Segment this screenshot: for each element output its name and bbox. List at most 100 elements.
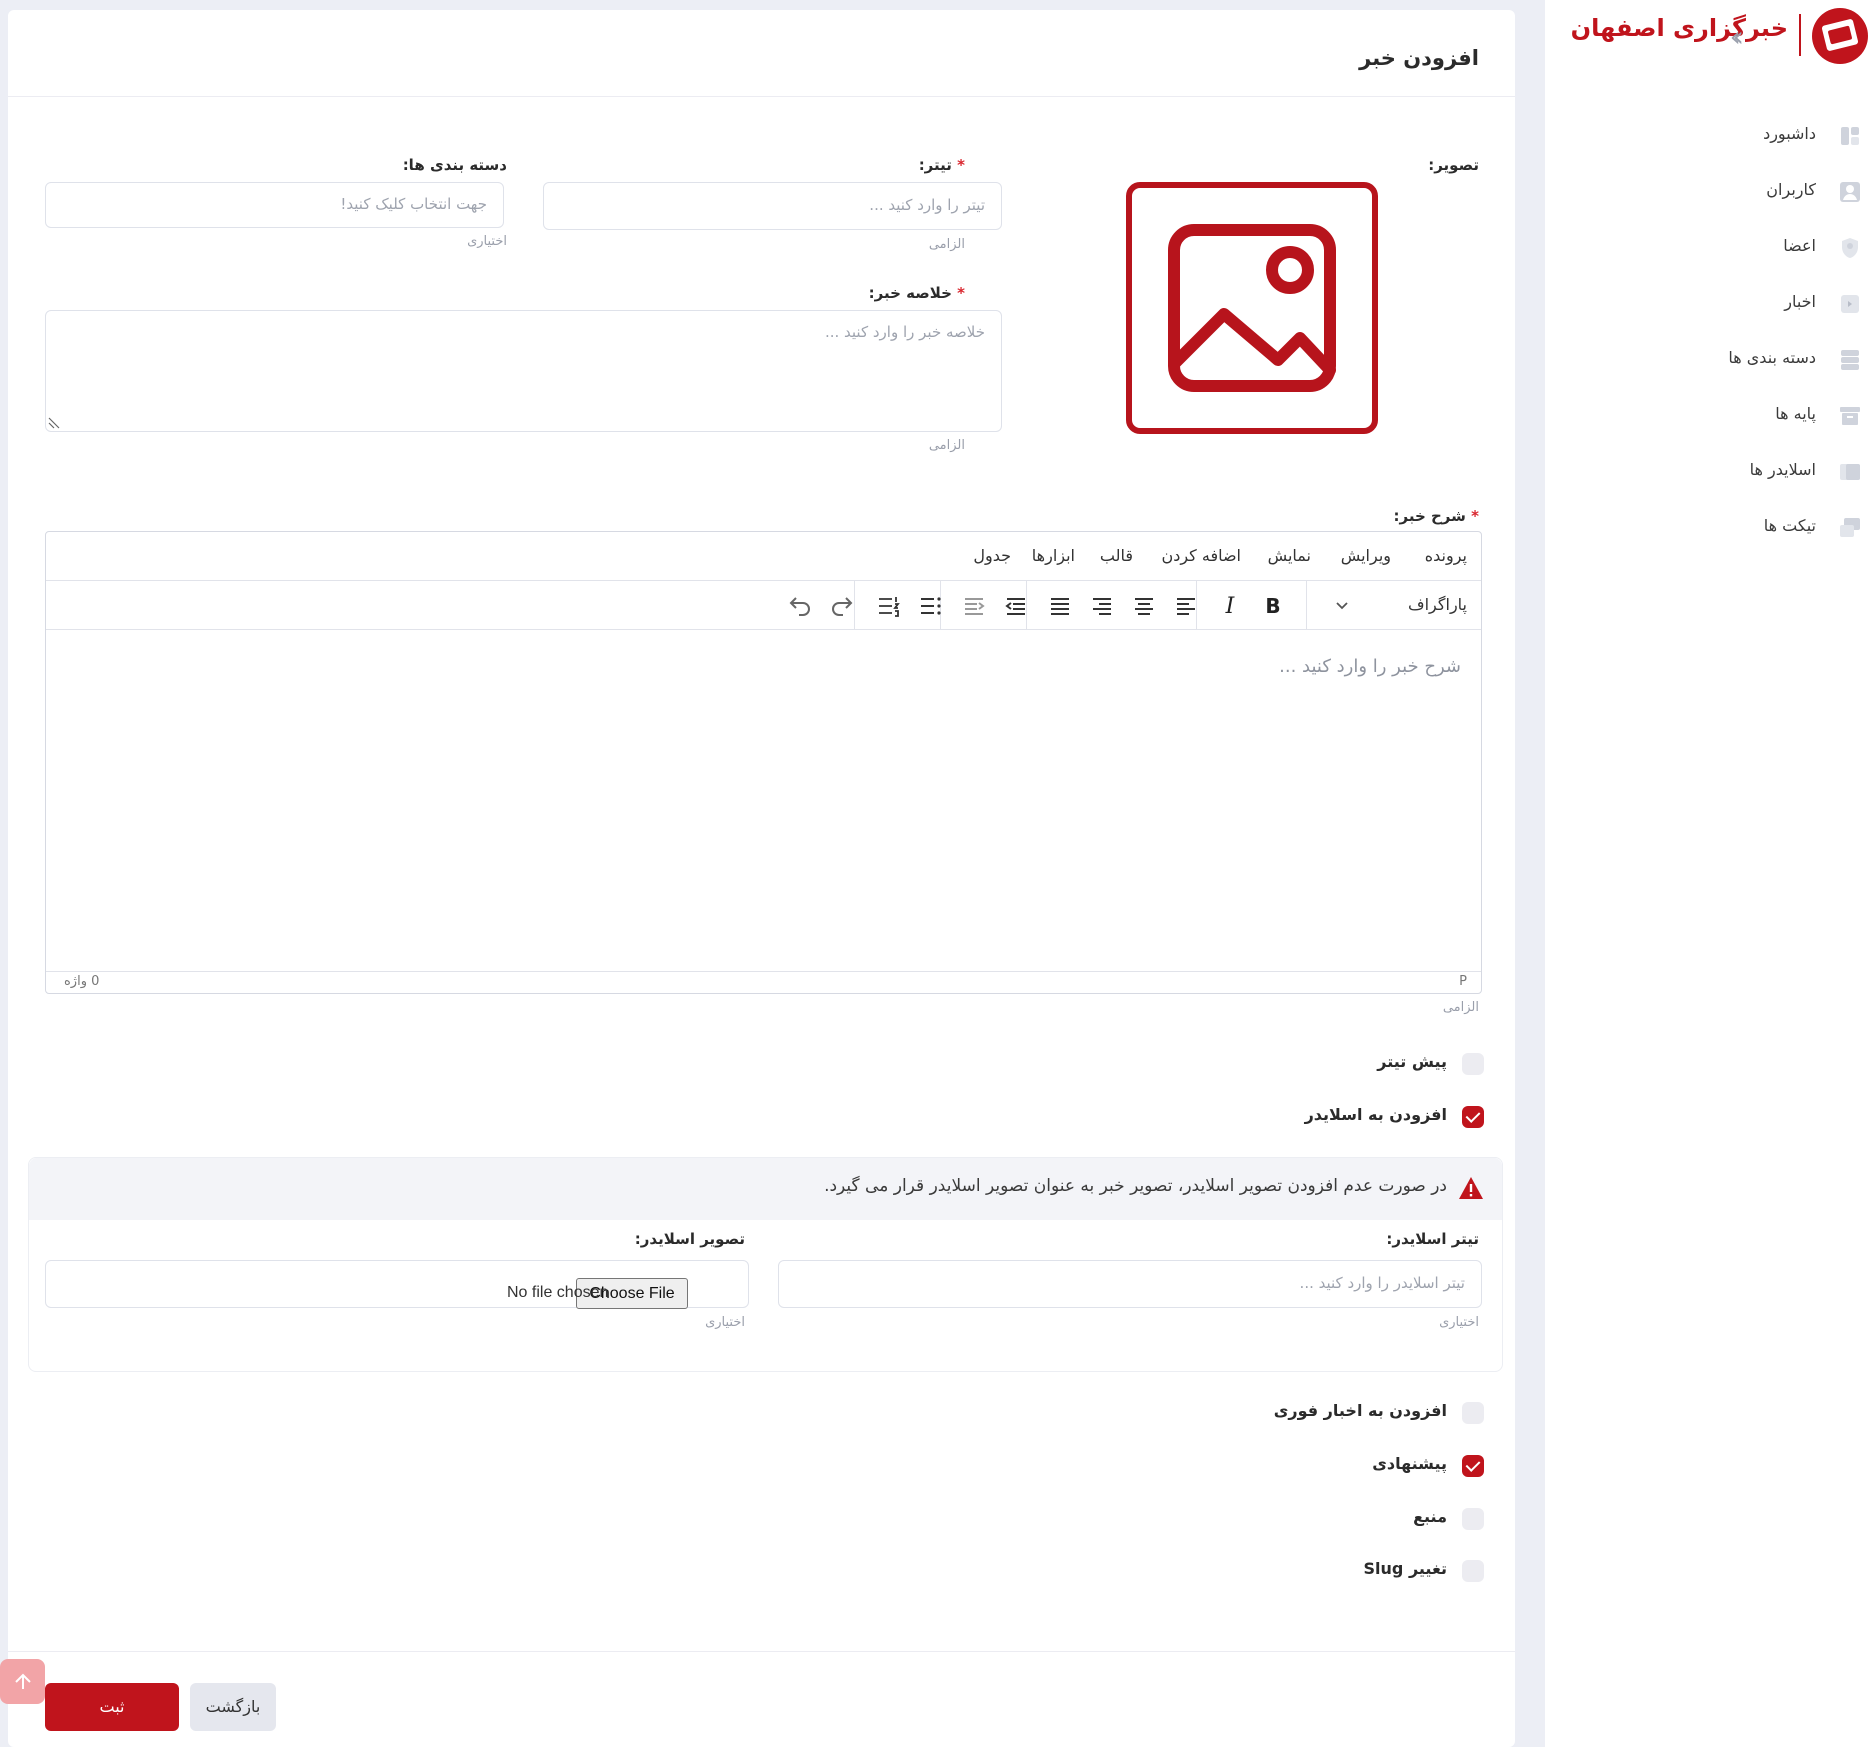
change-slug-label[interactable]: تغییر Slug [1364, 1559, 1447, 1578]
tickets-icon [1840, 518, 1860, 537]
resize-handle-icon[interactable] [48, 417, 60, 429]
slider-image-label: تصویر اسلایدر: [634, 1230, 745, 1248]
indent-icon[interactable] [958, 590, 990, 622]
source-label[interactable]: منبع [1413, 1507, 1447, 1526]
italic-icon[interactable]: I [1214, 590, 1246, 622]
menu-tools[interactable]: ابزارها [1032, 546, 1075, 565]
arrow-up-icon [14, 1673, 31, 1689]
archive-icon [1840, 407, 1860, 425]
align-justify-icon[interactable] [1044, 590, 1076, 622]
menu-file[interactable]: پرونده [1425, 546, 1467, 565]
body-hint: الزامی [1442, 1000, 1479, 1015]
news-image-upload[interactable] [1126, 182, 1378, 434]
align-right-icon[interactable] [1086, 590, 1118, 622]
editor-toolbar: پاراگراف B I [46, 581, 1481, 630]
slider-title-input[interactable]: تیتر اسلایدر را وارد کنید ... [778, 1260, 1482, 1308]
menu-insert[interactable]: اضافه کردن [1161, 546, 1241, 565]
required-mark: * [1471, 507, 1479, 525]
sidebar-item-news[interactable]: اخبار [1545, 284, 1876, 324]
brand-title: خبرگزاری اصفهان [1570, 14, 1788, 42]
sidebar-item-users[interactable]: کاربران [1545, 172, 1876, 212]
sidebar-item-label: پایه ها [1775, 404, 1816, 423]
block-format-select[interactable]: پاراگراف [1408, 595, 1467, 614]
sidebar-item-label: اسلایدر ها [1749, 460, 1816, 479]
brand-divider [1799, 14, 1801, 56]
slider-image-hint: اختیاری [705, 1315, 745, 1330]
scroll-to-top-button[interactable] [0, 1659, 45, 1704]
chevron-down-icon[interactable] [1326, 590, 1358, 622]
menu-edit[interactable]: ویرایش [1341, 546, 1391, 565]
title-label: * تیتر: [919, 156, 965, 174]
categories-label: دسته بندی ها: [402, 156, 507, 174]
news-icon [1841, 295, 1859, 313]
submit-button[interactable]: ثبت [45, 1683, 179, 1731]
align-center-icon[interactable] [1128, 590, 1160, 622]
editor-placeholder: شرح خبر را وارد کنید ... [1279, 656, 1461, 677]
redo-icon[interactable] [826, 590, 858, 622]
categories-placeholder: جهت انتخاب کلیک کنید! [340, 195, 487, 213]
summary-hint: الزامی [928, 438, 965, 453]
word-count[interactable]: 0 واژه [64, 974, 99, 989]
menu-view[interactable]: نمایش [1268, 546, 1311, 565]
required-mark: * [957, 156, 965, 174]
image-label: تصویر: [1428, 156, 1479, 174]
bold-icon[interactable]: B [1257, 590, 1289, 622]
sidebar-item-members[interactable]: اعضا [1545, 228, 1876, 268]
sidebar-item-label: اخبار [1784, 292, 1816, 311]
categories-select[interactable]: جهت انتخاب کلیک کنید! [45, 182, 504, 228]
suggested-label[interactable]: پیشنهادی [1372, 1454, 1447, 1473]
numbered-list-icon[interactable] [872, 590, 904, 622]
slider-alert-text: در صورت عدم افزودن تصویر اسلایدر، تصویر … [824, 1176, 1447, 1196]
add-to-slider-checkbox[interactable] [1462, 1106, 1484, 1128]
slider-title-placeholder: تیتر اسلایدر را وارد کنید ... [1299, 1274, 1465, 1292]
element-path[interactable]: P [1459, 974, 1467, 989]
change-slug-checkbox[interactable] [1462, 1560, 1484, 1582]
sidebar-item-dashboard[interactable]: داشبورد [1545, 116, 1876, 156]
add-to-slider-label[interactable]: افزودن به اسلایدر [1305, 1105, 1447, 1124]
dashboard-icon [1841, 127, 1859, 145]
required-mark: * [957, 284, 965, 302]
sidebar-item-label: تیکت ها [1763, 516, 1816, 535]
sidebar-item-sliders[interactable]: اسلایدر ها [1545, 452, 1876, 492]
sidebar-item-tickets[interactable]: تیکت ها [1545, 508, 1876, 548]
title-label-text: تیتر: [918, 156, 952, 174]
rich-text-editor[interactable]: پرونده ویرایش نمایش اضافه کردن قالب ابزا… [45, 531, 1482, 994]
summary-label: * خلاصه خبر: [869, 284, 965, 302]
summary-textarea[interactable]: خلاصه خبر را وارد کنید ... [45, 310, 1002, 432]
source-checkbox[interactable] [1462, 1508, 1484, 1530]
chevrons-left-icon[interactable]: ‹‹ [1730, 20, 1745, 53]
slider-alert: در صورت عدم افزودن تصویر اسلایدر، تصویر … [29, 1158, 1502, 1220]
sidebar: خبرگزاری اصفهان ‹‹ داشبورد کاربران اعضا … [1545, 0, 1876, 1747]
summary-label-text: خلاصه خبر: [868, 284, 952, 302]
logo[interactable] [1812, 8, 1868, 64]
no-file-text: No file chosen [507, 1284, 609, 1301]
undo-icon[interactable] [784, 590, 816, 622]
header-divider [8, 96, 1515, 97]
slider-title-hint: اختیاری [1439, 1315, 1479, 1330]
menu-format[interactable]: قالب [1100, 546, 1133, 565]
breaking-news-label[interactable]: افزودن به اخبار فوری [1274, 1401, 1447, 1420]
align-left-icon[interactable] [1170, 590, 1202, 622]
breaking-news-checkbox[interactable] [1462, 1402, 1484, 1424]
sidebar-item-label: کاربران [1766, 180, 1816, 199]
suggested-checkbox[interactable] [1462, 1455, 1484, 1477]
back-button[interactable]: بازگشت [190, 1683, 276, 1731]
bullet-list-icon[interactable] [914, 590, 946, 622]
pre-title-checkbox[interactable] [1462, 1053, 1484, 1075]
pre-title-label[interactable]: پیش تیتر [1377, 1052, 1447, 1071]
page-title: افزودن خبر [1359, 46, 1479, 70]
title-input[interactable]: تیتر را وارد کنید ... [543, 182, 1002, 230]
sidebar-item-categories[interactable]: دسته بندی ها [1545, 340, 1876, 380]
sidebar-item-label: دسته بندی ها [1728, 348, 1816, 367]
slider-title-label: تیتر اسلایدر: [1386, 1230, 1479, 1248]
menu-table[interactable]: جدول [973, 546, 1011, 565]
outdent-icon[interactable] [1000, 590, 1032, 622]
sidebar-item-label: داشبورد [1763, 124, 1816, 143]
sidebar-item-archive[interactable]: پایه ها [1545, 396, 1876, 436]
footer-divider [8, 1651, 1515, 1652]
title-placeholder: تیتر را وارد کنید ... [869, 196, 985, 214]
image-placeholder-icon [1168, 224, 1336, 392]
summary-placeholder: خلاصه خبر را وارد کنید ... [824, 323, 985, 341]
user-icon [1840, 182, 1860, 202]
categories-hint: اختیاری [467, 234, 507, 249]
